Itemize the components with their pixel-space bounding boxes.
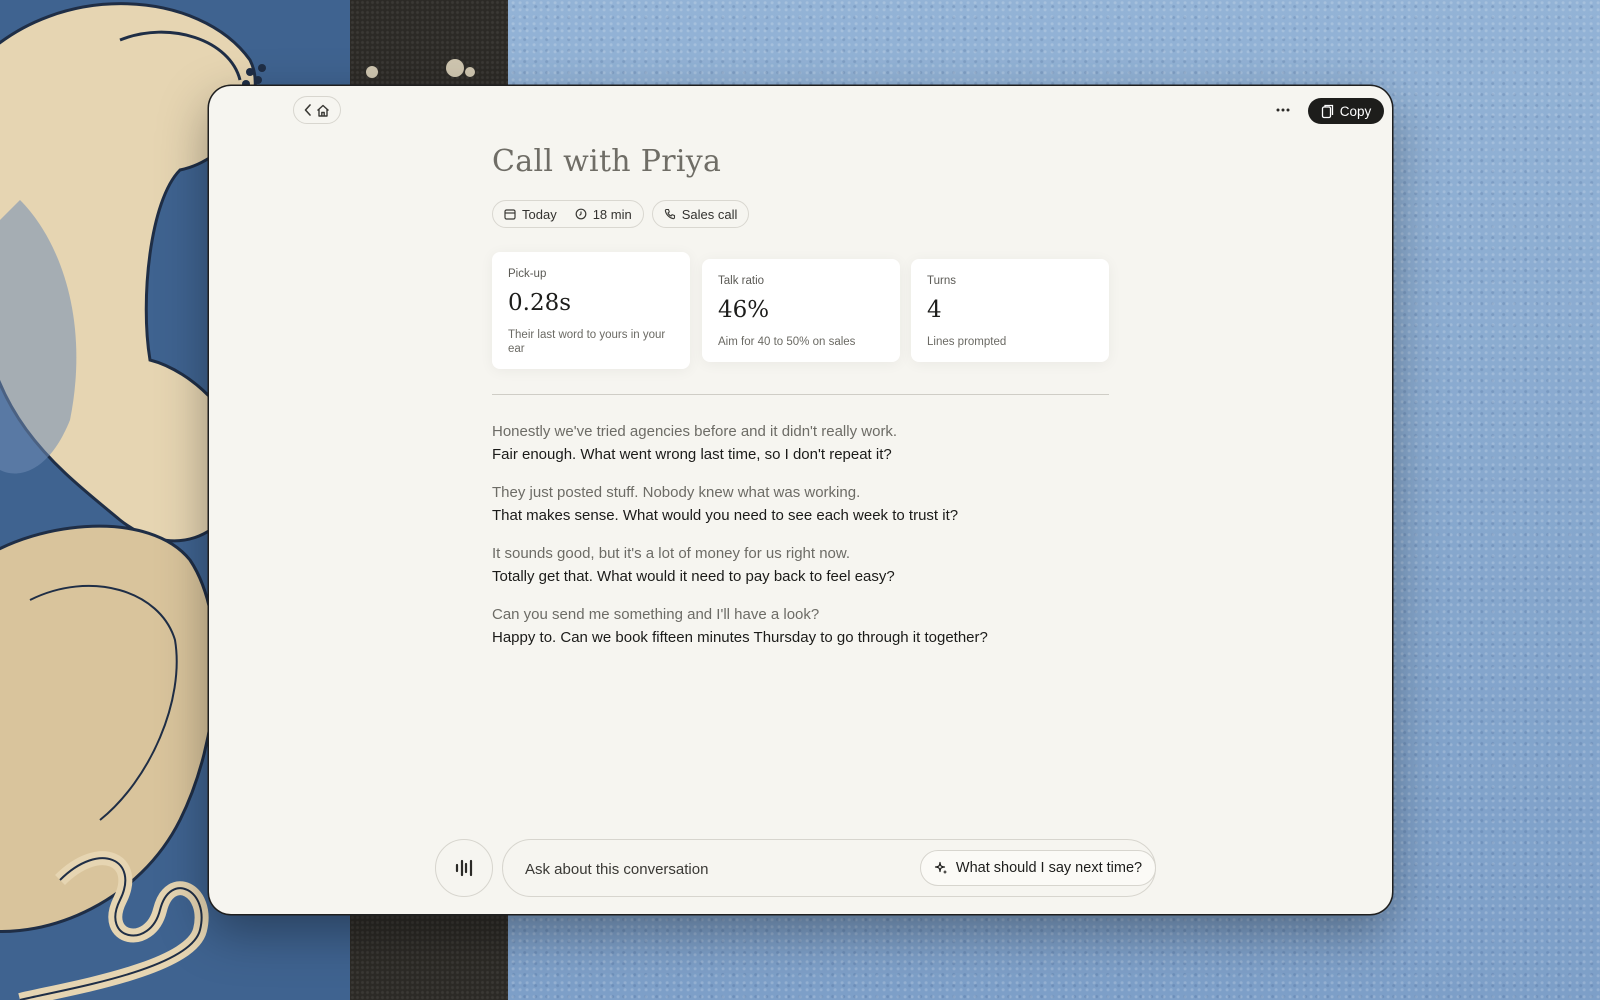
ask-composer: What should I say next time? bbox=[502, 839, 1156, 898]
stat-label: Talk ratio bbox=[718, 275, 765, 287]
their-line: Honestly we've tried agencies before and… bbox=[492, 423, 898, 440]
copy-button[interactable]: Copy bbox=[1308, 98, 1384, 124]
more-options-button[interactable] bbox=[1271, 100, 1295, 120]
stat-note: Their last word to yours in your ear bbox=[508, 329, 666, 355]
suggested-reply: Happy to. Can we book fifteen minutes Th… bbox=[492, 629, 988, 646]
stat-value: 4 bbox=[927, 297, 942, 323]
stat-value: 46% bbox=[718, 297, 770, 323]
stat-label: Pick-up bbox=[508, 268, 547, 280]
suggested-reply: Totally get that. What would it need to … bbox=[492, 568, 895, 585]
page-title: Call with Priya bbox=[492, 144, 722, 179]
stat-value: 0.28s bbox=[508, 290, 572, 316]
ellipsis-icon bbox=[1276, 108, 1290, 112]
voice-button[interactable] bbox=[435, 839, 493, 897]
their-line: It sounds good, but it's a lot of money … bbox=[492, 545, 851, 562]
meta-pills: Today 18 min Sales call bbox=[492, 200, 750, 228]
clipboard-icon bbox=[1321, 104, 1334, 119]
transcript: Honestly we've tried agencies before and… bbox=[492, 420, 1109, 664]
stat-card-pickup: Pick-up 0.28s Their last word to yours i… bbox=[492, 252, 690, 369]
suggested-reply: That makes sense. What would you need to… bbox=[492, 507, 959, 524]
call-type-pill: Sales call bbox=[651, 200, 750, 228]
stat-label: Turns bbox=[927, 275, 956, 287]
app-window: Copy Call with Priya Today 18 min Sales … bbox=[209, 86, 1392, 914]
back-home-button[interactable] bbox=[293, 96, 341, 124]
transcript-exchange: Honestly we've tried agencies before and… bbox=[492, 420, 1109, 481]
transcript-exchange: It sounds good, but it's a lot of money … bbox=[492, 542, 1109, 603]
sparkle-icon bbox=[934, 861, 948, 875]
duration-label: 18 min bbox=[592, 206, 632, 222]
waveform-icon bbox=[455, 858, 473, 878]
section-divider bbox=[492, 394, 1109, 395]
suggested-reply: Fair enough. What went wrong last time, … bbox=[492, 446, 892, 463]
their-line: Can you send me something and I'll have … bbox=[492, 606, 820, 623]
suggestion-button[interactable]: What should I say next time? bbox=[920, 850, 1156, 886]
stat-note: Aim for 40 to 50% on sales bbox=[718, 336, 856, 348]
ask-input[interactable] bbox=[523, 840, 907, 898]
transcript-exchange: Can you send me something and I'll have … bbox=[492, 603, 1109, 664]
suggestion-label: What should I say next time? bbox=[955, 860, 1143, 876]
call-type-label: Sales call bbox=[681, 206, 738, 222]
copy-button-label: Copy bbox=[1339, 103, 1372, 119]
clock-icon bbox=[575, 208, 587, 220]
date-duration-pill: Today 18 min bbox=[492, 200, 644, 228]
chevron-left-icon bbox=[304, 104, 312, 116]
date-label: Today bbox=[522, 206, 557, 222]
stat-note: Lines prompted bbox=[927, 336, 1007, 348]
their-line: They just posted stuff. Nobody knew what… bbox=[492, 484, 861, 501]
transcript-exchange: They just posted stuff. Nobody knew what… bbox=[492, 481, 1109, 542]
stat-card-turns: Turns 4 Lines prompted bbox=[911, 259, 1109, 362]
home-icon bbox=[316, 104, 330, 117]
calendar-icon bbox=[504, 208, 516, 220]
stat-card-talk-ratio: Talk ratio 46% Aim for 40 to 50% on sale… bbox=[702, 259, 900, 362]
phone-icon bbox=[664, 208, 676, 220]
